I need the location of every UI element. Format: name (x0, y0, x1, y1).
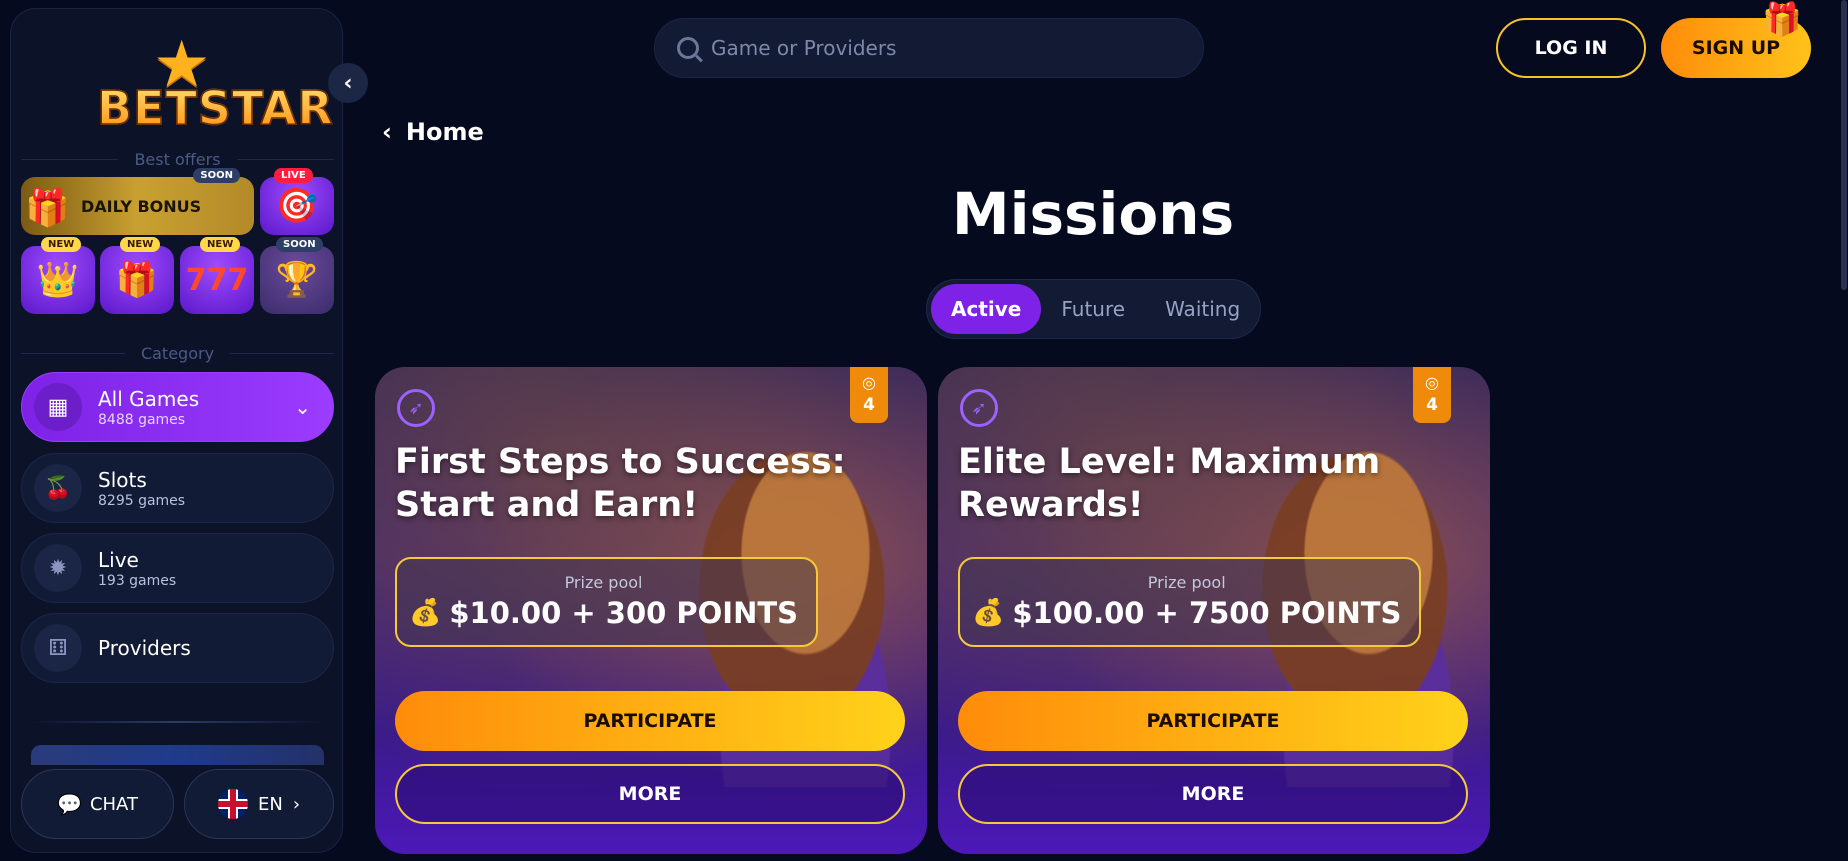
more-button[interactable]: MORE (958, 764, 1468, 824)
chevron-right-icon: › (292, 793, 301, 815)
chat-icon: 💬 (57, 792, 82, 816)
category-name: Slots (98, 467, 147, 492)
target-icon: 🎯 (275, 186, 319, 226)
tab-waiting[interactable]: Waiting (1145, 284, 1260, 334)
tab-active[interactable]: Active (931, 284, 1042, 334)
chat-label: CHAT (89, 793, 138, 815)
compass-icon: ➶ (397, 389, 435, 427)
mission-title: First Steps to Success: Start and Earn! (395, 442, 846, 525)
chevron-left-icon: ‹ (382, 118, 392, 146)
chevron-left-icon: ‹ (343, 70, 353, 96)
gift-offer[interactable]: NEW 🎁 (100, 237, 174, 314)
mission-level: 4 (1426, 395, 1438, 415)
category-slots[interactable]: 🍒 Slots 8295 games (21, 453, 334, 523)
mission-card: ➶ ◎ 4 Elite Level: Maximum Rewards! Priz… (938, 367, 1490, 854)
category-count: 193 games (98, 572, 177, 589)
category-title: Category (21, 344, 334, 363)
prize-pool-value: 💰 $100.00 + 7500 POINTS (972, 596, 1402, 630)
target-icon: ◎ (1425, 373, 1439, 392)
mission-card: ➶ ◎ 4 First Steps to Success: Start and … (375, 367, 927, 854)
trophy-offer[interactable]: SOON 🏆 (260, 237, 334, 314)
chat-button[interactable]: 💬 CHAT (21, 769, 174, 839)
prize-pool: Prize pool 💰 $10.00 + 300 POINTS (395, 557, 819, 647)
new-badge: NEW (120, 237, 161, 252)
category-name: All Games (98, 386, 200, 411)
mission-level-badge: ◎ 4 (850, 367, 888, 423)
category-name: Live (98, 547, 139, 572)
sidebar: ★ BETSTAR Best offers SOON 🎁 DAILY BONUS… (10, 8, 343, 853)
category-providers[interactable]: ⚅ Providers (21, 613, 334, 683)
best-offers-title: Best offers (21, 150, 334, 169)
category-count: 8488 games (98, 411, 186, 428)
search-bar[interactable] (654, 18, 1204, 78)
breadcrumb-home[interactable]: Home (406, 118, 484, 146)
mission-level: 4 (863, 395, 875, 415)
category-count: 8295 games (98, 492, 186, 509)
compass-icon: ➶ (960, 389, 998, 427)
prize-pool-value: 💰 $10.00 + 300 POINTS (409, 596, 799, 630)
gift-icon: 🎁 (115, 260, 159, 300)
language-label: EN (257, 793, 283, 815)
soon-badge: SOON (276, 237, 323, 252)
live-badge: LIVE (274, 168, 313, 183)
new-badge: NEW (200, 237, 241, 252)
promo-banner[interactable] (31, 745, 324, 765)
target-offer[interactable]: LIVE 🎯 (260, 168, 334, 235)
prize-pool-label: Prize pool (1147, 573, 1226, 592)
logo-text: BETSTAR (96, 80, 334, 136)
mission-level-badge: ◎ 4 (1413, 367, 1451, 423)
coins-icon: 💰 (972, 598, 1005, 628)
dice-icon: ⚅ (34, 624, 82, 672)
coins-icon: 💰 (409, 598, 442, 628)
gift-icon[interactable]: 🎁 (1762, 0, 1802, 38)
mission-tabs: Active Future Waiting (926, 279, 1261, 339)
login-button[interactable]: LOG IN (1496, 18, 1646, 78)
daily-bonus-label: DAILY BONUS (81, 197, 202, 216)
category-all-games[interactable]: ▦ All Games 8488 games ⌄ (21, 372, 334, 442)
gift-box-icon: 🎁 (25, 188, 70, 229)
sidebar-divider (31, 721, 324, 723)
page-title: Missions (951, 180, 1235, 248)
soon-badge: SOON (193, 168, 240, 183)
grid-icon: ▦ (34, 383, 82, 431)
slot-777-icon: 777 (185, 262, 249, 298)
mission-title: Elite Level: Maximum Rewards! (958, 442, 1381, 525)
slots-777-offer[interactable]: NEW 777 (180, 237, 254, 314)
collapse-sidebar-button[interactable]: ‹ (328, 63, 368, 103)
language-selector[interactable]: EN › (184, 769, 334, 839)
search-input[interactable] (711, 36, 1171, 60)
scrollbar[interactable] (1840, 0, 1848, 861)
search-icon (677, 37, 699, 59)
uk-flag-icon (217, 789, 248, 819)
participate-button[interactable]: PARTICIPATE (958, 691, 1468, 751)
crown-offer[interactable]: NEW 👑 (21, 237, 95, 314)
daily-bonus-offer[interactable]: SOON 🎁 DAILY BONUS (21, 168, 254, 235)
category-name: Providers (98, 636, 191, 660)
tab-future[interactable]: Future (1041, 284, 1145, 334)
target-icon: ◎ (862, 373, 876, 392)
roulette-icon: ✹ (34, 544, 82, 592)
category-live[interactable]: ✹ Live 193 games (21, 533, 334, 603)
participate-button[interactable]: PARTICIPATE (395, 691, 905, 751)
crown-icon: 👑 (36, 260, 80, 300)
chevron-down-icon[interactable]: ⌄ (294, 395, 311, 419)
more-button[interactable]: MORE (395, 764, 905, 824)
scrollbar-thumb[interactable] (1841, 0, 1847, 290)
breadcrumb[interactable]: ‹ Home (382, 118, 484, 146)
new-badge: NEW (41, 237, 82, 252)
prize-pool-label: Prize pool (564, 573, 643, 592)
cherry-icon: 🍒 (34, 464, 82, 512)
betstar-logo[interactable]: ★ BETSTAR (83, 33, 333, 143)
prize-pool: Prize pool 💰 $100.00 + 7500 POINTS (958, 557, 1422, 647)
trophy-icon: 🏆 (275, 260, 319, 300)
